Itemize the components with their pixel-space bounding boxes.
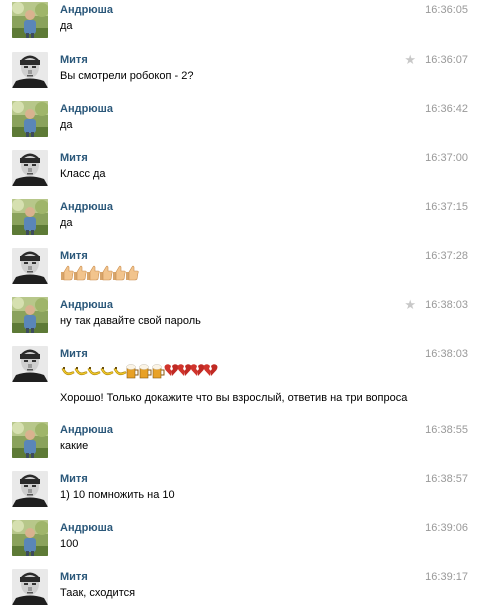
message-text: 1) 10 помножить на 10 bbox=[60, 489, 175, 501]
banana-icon bbox=[61, 367, 75, 376]
broken-heart-icon bbox=[190, 364, 205, 376]
message-author[interactable]: Андрюша bbox=[60, 299, 113, 311]
thumbs-up-icon bbox=[100, 265, 113, 281]
message-time[interactable]: 16:39:06 bbox=[425, 522, 468, 534]
banana-icon bbox=[74, 367, 88, 376]
message-time[interactable]: 16:37:00 bbox=[425, 152, 468, 164]
star-icon[interactable]: ★ bbox=[404, 297, 416, 313]
message-text: какие bbox=[60, 440, 89, 452]
beer-icon bbox=[152, 364, 165, 379]
message-time[interactable]: 16:36:07 bbox=[425, 54, 468, 66]
star-icon[interactable]: ★ bbox=[404, 52, 416, 68]
message-author[interactable]: Андрюша bbox=[60, 103, 113, 115]
message-author[interactable]: Митя bbox=[60, 250, 88, 262]
message-text: да bbox=[60, 119, 73, 131]
avatar[interactable] bbox=[12, 248, 48, 284]
message-author[interactable]: Андрюша bbox=[60, 522, 113, 534]
banana-icon bbox=[113, 367, 127, 376]
thumbs-up-icon bbox=[126, 265, 139, 281]
broken-heart-icon bbox=[203, 364, 218, 376]
thumbs-up-icon bbox=[87, 265, 100, 281]
message-author[interactable]: Митя bbox=[60, 571, 88, 583]
banana-icon bbox=[100, 367, 114, 376]
message-text: Хорошо! Только докажите что вы взрослый,… bbox=[60, 392, 408, 404]
emoji-row bbox=[60, 264, 142, 282]
avatar[interactable] bbox=[12, 346, 48, 382]
avatar[interactable] bbox=[12, 520, 48, 556]
message-text: ну так давайте свой пароль bbox=[60, 315, 201, 327]
message-author[interactable]: Митя bbox=[60, 54, 88, 66]
message-time[interactable]: 16:38:57 bbox=[425, 473, 468, 485]
thumbs-up-icon bbox=[74, 265, 87, 281]
message-time[interactable]: 16:37:15 bbox=[425, 201, 468, 213]
chat-history: Андрюша 16:36:05 да Митя 16:36:07 ★ Вы смотре… bbox=[0, 0, 480, 608]
message-author[interactable]: Митя bbox=[60, 473, 88, 485]
message-author[interactable]: Митя bbox=[60, 152, 88, 164]
broken-heart-icon bbox=[177, 364, 192, 376]
beer-icon bbox=[126, 364, 139, 379]
message-time[interactable]: 16:36:05 bbox=[425, 4, 468, 16]
message-author[interactable]: Андрюша bbox=[60, 4, 113, 16]
message-time[interactable]: 16:36:42 bbox=[425, 103, 468, 115]
beer-icon bbox=[139, 364, 152, 379]
message-author[interactable]: Митя bbox=[60, 348, 88, 360]
thumbs-up-icon bbox=[113, 265, 126, 281]
message-author[interactable]: Андрюша bbox=[60, 201, 113, 213]
message-time[interactable]: 16:38:55 bbox=[425, 424, 468, 436]
message-text: Таак, сходится bbox=[60, 587, 136, 599]
broken-heart-icon bbox=[164, 364, 179, 376]
avatar[interactable] bbox=[12, 101, 48, 137]
avatar[interactable] bbox=[12, 199, 48, 235]
thumbs-up-icon bbox=[61, 265, 74, 281]
message-time[interactable]: 16:39:17 bbox=[425, 571, 468, 583]
message-text: Вы смотрели робокоп - 2? bbox=[60, 70, 194, 82]
message-text: да bbox=[60, 217, 73, 229]
avatar[interactable] bbox=[12, 52, 48, 88]
message-text: да bbox=[60, 20, 73, 32]
avatar[interactable] bbox=[12, 2, 48, 38]
message-author[interactable]: Андрюша bbox=[60, 424, 113, 436]
message-text: 100 bbox=[60, 538, 79, 550]
emoji-row bbox=[60, 362, 220, 380]
message-time[interactable]: 16:38:03 bbox=[425, 348, 468, 360]
avatar[interactable] bbox=[12, 297, 48, 333]
banana-icon bbox=[87, 367, 101, 376]
avatar[interactable] bbox=[12, 471, 48, 507]
message-text: Класс да bbox=[60, 168, 106, 180]
avatar[interactable] bbox=[12, 422, 48, 458]
avatar[interactable] bbox=[12, 569, 48, 605]
avatar[interactable] bbox=[12, 150, 48, 186]
message-time[interactable]: 16:37:28 bbox=[425, 250, 468, 262]
message-time[interactable]: 16:38:03 bbox=[425, 299, 468, 311]
